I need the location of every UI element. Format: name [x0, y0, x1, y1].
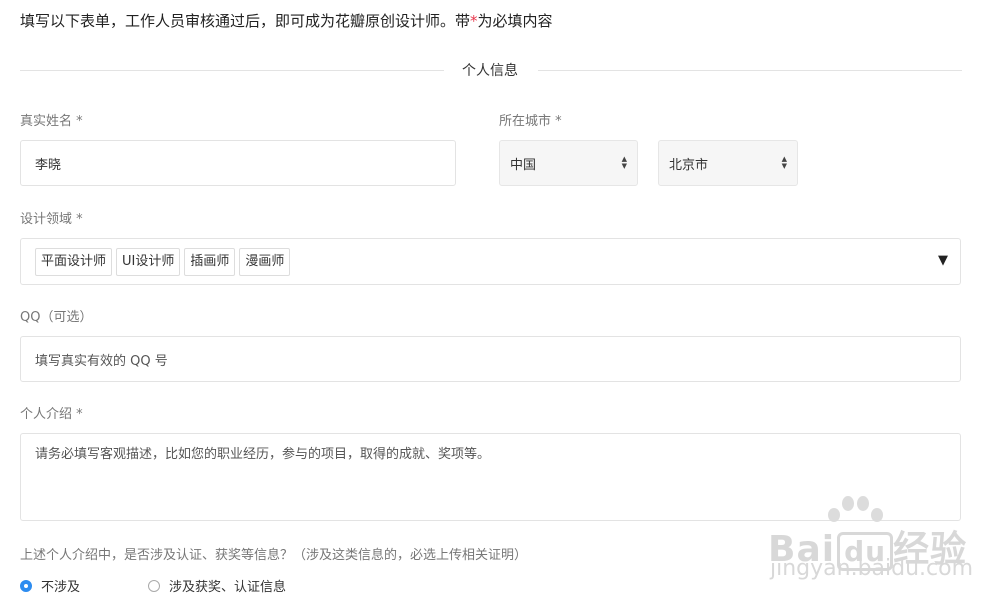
radio-label-awards: 涉及获奖、认证信息 [169, 580, 287, 595]
section-title-text: 个人信息 [448, 63, 532, 79]
radio-label-none: 不涉及 [41, 580, 81, 595]
radio-option-awards[interactable]: 涉及获奖、认证信息 [148, 576, 286, 595]
country-select-value: 中国 [510, 157, 537, 173]
tag-ui-designer[interactable]: UI设计师 [116, 247, 181, 276]
bio-textarea[interactable]: 请务必填写客观描述，比如您的职业经历，参与的项目，取得的成就、奖项等。 [20, 433, 961, 521]
tag-graphic-designer[interactable]: 平面设计师 [35, 247, 113, 276]
required-asterisk: * [470, 12, 478, 30]
watermark-url: jingyan.baidu.com [770, 556, 974, 581]
design-field-multiselect[interactable]: 平面设计师 UI设计师 插画师 漫画师 ▼ [20, 238, 961, 285]
radio-option-none[interactable]: 不涉及 [20, 576, 80, 595]
name-input-value: 李晓 [35, 157, 62, 173]
cert-question-label: 上述个人介绍中，是否涉及认证、获奖等信息？（涉及这类信息的，必选上传相关证明） [20, 548, 528, 563]
qq-input[interactable]: 填写真实有效的 QQ 号 [20, 336, 961, 382]
up-down-arrows-icon: ▲ ▼ [621, 155, 627, 170]
tag-comic-artist[interactable]: 漫画师 [239, 247, 291, 276]
intro-text-end: 为必填内容 [477, 12, 553, 30]
city-label: 所在城市 * [499, 114, 562, 129]
bio-textarea-placeholder: 请务必填写客观描述，比如您的职业经历，参与的项目，取得的成就、奖项等。 [35, 447, 491, 462]
city-select[interactable]: 北京市 ▲ ▼ [658, 140, 798, 186]
design-field-label: 设计领域 * [20, 212, 83, 227]
radio-icon[interactable] [20, 579, 32, 592]
dropdown-triangle-icon[interactable]: ▼ [938, 253, 948, 268]
qq-input-placeholder: 填写真实有效的 QQ 号 [35, 353, 168, 369]
city-select-value: 北京市 [669, 157, 709, 173]
radio-icon[interactable] [148, 579, 160, 592]
up-down-arrows-icon: ▲ ▼ [781, 155, 787, 170]
section-title: 个人信息 [0, 60, 980, 80]
bio-label: 个人介绍 * [20, 407, 83, 422]
country-select[interactable]: 中国 ▲ ▼ [499, 140, 638, 186]
name-input[interactable]: 李晓 [20, 140, 456, 186]
tag-illustrator[interactable]: 插画师 [184, 247, 236, 276]
intro-text: 填写以下表单，工作人员审核通过后，即可成为花瓣原创设计师。带 [20, 12, 471, 30]
form-intro: 填写以下表单，工作人员审核通过后，即可成为花瓣原创设计师。带*为必填内容 [20, 10, 553, 31]
qq-label: QQ（可选） [20, 310, 93, 325]
name-label: 真实姓名 * [20, 114, 83, 129]
